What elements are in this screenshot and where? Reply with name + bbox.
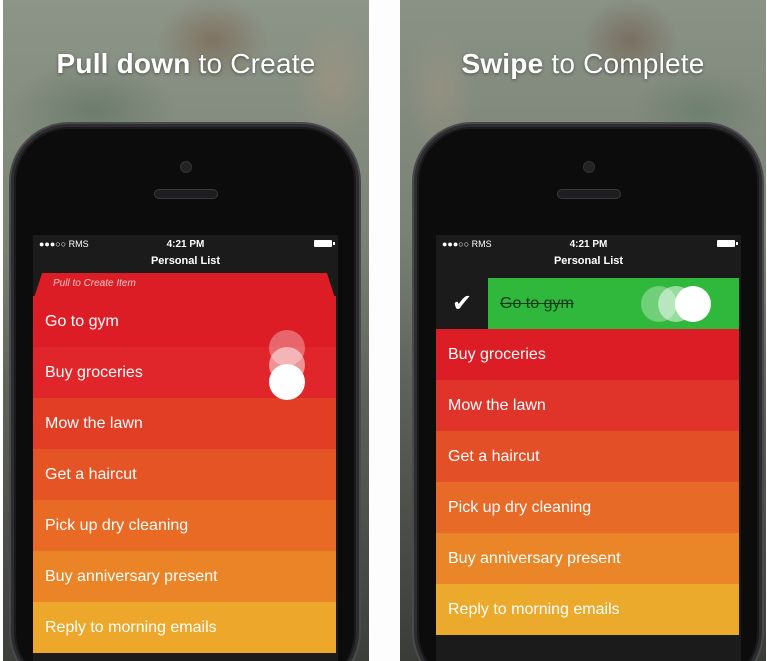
panel-caption: Pull down to Create: [3, 48, 369, 80]
completed-task-label: Go to gym: [500, 295, 574, 312]
phone-screen: ●●●○○ RMS 4:21 PM Personal List ✔ Go to …: [436, 235, 741, 661]
phone-device: ●●●○○ RMS 4:21 PM Personal List ✔ Go to …: [414, 124, 762, 661]
pull-to-create-panel: Pull down to Create ●●●○○ RMS 4:21 PM Pe…: [3, 0, 369, 661]
list-title: Personal List: [553, 255, 624, 267]
caption-rest: to Create: [190, 48, 316, 79]
task-list-item[interactable]: Buy anniversary present: [33, 551, 336, 602]
task-list-item[interactable]: Reply to morning emails: [436, 584, 739, 635]
task-list-item[interactable]: Mow the lawn: [436, 380, 739, 431]
swipe-to-complete-panel: Swipe to Complete ●●●○○ RMS 4:21 PM Pers…: [400, 0, 766, 661]
checkmark-icon: ✔: [436, 278, 488, 329]
panel-divider: [369, 0, 400, 661]
completed-task-row[interactable]: ✔ Go to gym: [436, 278, 739, 329]
status-bar: ●●●○○ RMS 4:21 PM: [436, 235, 741, 253]
panel-caption: Swipe to Complete: [400, 48, 766, 80]
speaker-grille: [557, 189, 621, 199]
drag-knob-icon[interactable]: [269, 364, 305, 400]
status-time: 4:21 PM: [569, 239, 608, 250]
status-time: 4:21 PM: [166, 239, 205, 250]
task-list-item[interactable]: Pick up dry cleaning: [33, 500, 336, 551]
caption-bold: Swipe: [461, 48, 544, 79]
battery-icon: [314, 240, 335, 247]
phone-device: ●●●○○ RMS 4:21 PM Personal List Pull to …: [11, 124, 359, 661]
task-list-item[interactable]: Buy anniversary present: [436, 533, 739, 584]
caption-bold: Pull down: [56, 48, 191, 79]
battery-icon: [717, 240, 738, 247]
list-title: Personal List: [150, 255, 221, 267]
task-list-item[interactable]: Pick up dry cleaning: [436, 482, 739, 533]
caption-rest: to Complete: [543, 48, 705, 79]
status-bar: ●●●○○ RMS 4:21 PM: [33, 235, 338, 253]
camera-icon: [583, 161, 595, 173]
pull-hint-text: Pull to Create Item: [53, 278, 136, 289]
camera-icon: [180, 161, 192, 173]
speaker-grille: [154, 189, 218, 199]
phone-screen: ●●●○○ RMS 4:21 PM Personal List Pull to …: [33, 235, 338, 661]
task-list-item[interactable]: Reply to morning emails: [33, 602, 336, 653]
task-list-item[interactable]: Mow the lawn: [33, 398, 336, 449]
completed-task-swipe[interactable]: Go to gym: [488, 278, 739, 329]
task-list-item[interactable]: Buy groceries: [436, 329, 739, 380]
swipe-knob-icon[interactable]: [675, 286, 711, 322]
task-list-item[interactable]: Get a haircut: [436, 431, 739, 482]
task-list-item[interactable]: Get a haircut: [33, 449, 336, 500]
